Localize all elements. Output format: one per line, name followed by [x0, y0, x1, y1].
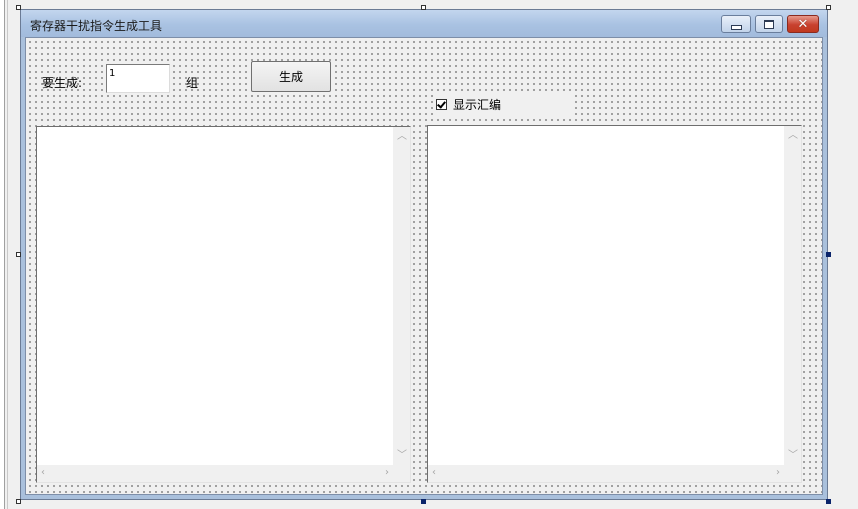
horizontal-scrollbar[interactable]: ‹ › — [428, 465, 784, 482]
generate-count-label: 要生成: — [42, 76, 83, 90]
scroll-up-arrow-icon[interactable]: ︿ — [397, 132, 407, 142]
generate-button[interactable]: 生成 — [251, 61, 331, 92]
vertical-scrollbar[interactable]: ︿ ﹀ — [784, 126, 801, 465]
checkmark-icon — [437, 98, 446, 109]
minimize-icon — [730, 24, 742, 30]
scrollbar-corner — [393, 465, 410, 482]
resize-handle-right[interactable] — [826, 252, 831, 257]
show-assembly-label: 显示汇编 — [453, 97, 502, 112]
resize-handle-bottom[interactable] — [421, 499, 426, 504]
close-icon: ✕ — [797, 16, 809, 32]
title-bar[interactable]: 寄存器干扰指令生成工具 ✕ — [21, 10, 827, 37]
designer-left-strip — [0, 0, 5, 509]
resize-handle-top-right[interactable] — [826, 5, 831, 10]
maximize-button[interactable] — [755, 15, 783, 33]
count-input[interactable] — [106, 64, 170, 93]
scroll-right-arrow-icon[interactable]: › — [385, 468, 389, 478]
scroll-down-arrow-icon[interactable]: ﹀ — [397, 451, 407, 461]
resize-handle-bottom-right[interactable] — [826, 499, 831, 504]
window-title: 寄存器干扰指令生成工具 — [30, 19, 163, 33]
minimize-button[interactable] — [721, 15, 751, 33]
scroll-left-arrow-icon[interactable]: ‹ — [432, 468, 436, 478]
output-textbox-left[interactable]: ︿ ﹀ ‹ › — [36, 126, 411, 483]
resize-handle-top-left[interactable] — [16, 5, 21, 10]
maximize-icon — [764, 19, 774, 29]
show-assembly-checkbox[interactable]: 显示汇编 — [434, 93, 574, 115]
checkbox-box[interactable] — [436, 98, 447, 110]
vertical-scrollbar[interactable]: ︿ ﹀ — [393, 127, 410, 465]
scrollbar-corner — [784, 465, 801, 482]
scroll-down-arrow-icon[interactable]: ﹀ — [788, 451, 798, 461]
group-unit-label: 组 — [186, 76, 199, 90]
scroll-left-arrow-icon[interactable]: ‹ — [41, 468, 45, 478]
resize-handle-left[interactable] — [16, 252, 21, 257]
designer-left-divider — [7, 0, 8, 509]
resize-handle-top[interactable] — [421, 5, 426, 10]
scroll-right-arrow-icon[interactable]: › — [776, 468, 780, 478]
horizontal-scrollbar[interactable]: ‹ › — [37, 465, 393, 482]
output-textbox-right[interactable]: ︿ ﹀ ‹ › — [427, 125, 802, 483]
scroll-up-arrow-icon[interactable]: ︿ — [788, 131, 798, 141]
resize-handle-bottom-left[interactable] — [16, 499, 21, 504]
designer-surface: 寄存器干扰指令生成工具 ✕ 要生成: 组 生成 显示汇编 ︿ ﹀ ‹ — [0, 0, 858, 509]
close-button[interactable]: ✕ — [787, 15, 819, 33]
